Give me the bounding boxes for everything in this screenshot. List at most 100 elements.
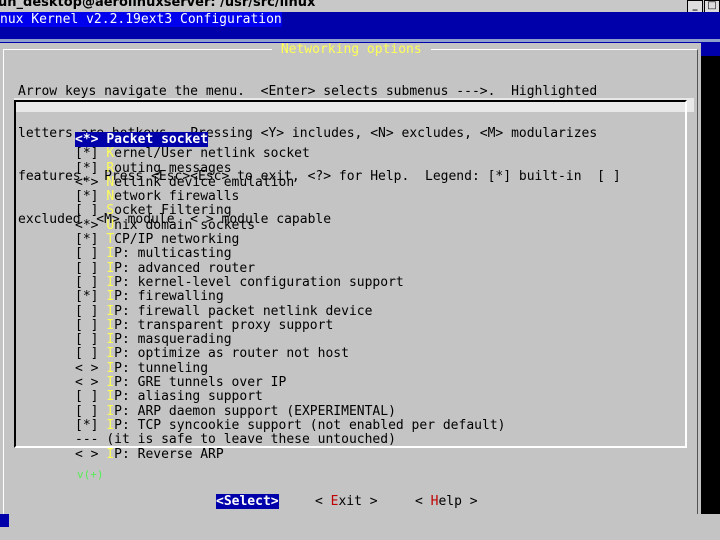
menu-item-hotkey: I — [106, 417, 115, 433]
menu-item-state: [ ] — [75, 332, 107, 348]
menu-item-hotkey: S — [106, 203, 115, 219]
menu-item[interactable]: < > IP: tunneling — [75, 361, 505, 376]
menu-item[interactable]: [ ] Socket Filtering — [75, 204, 505, 218]
window-title: un_desktop@aerolinuxserver: /usr/src/lin… — [0, 0, 316, 10]
menu-item-hotkey: I — [106, 317, 115, 333]
menu-item-label: < > IP: tunneling — [75, 361, 208, 376]
menu-item-hotkey: I — [106, 246, 115, 262]
menu-item[interactable]: [*] Network firewalls — [75, 190, 505, 204]
menu-item-state: < > — [75, 375, 107, 391]
menu-item[interactable]: [ ] IP: transparent proxy support — [75, 318, 505, 333]
menu-item-label: [ ] IP: transparent proxy support — [75, 318, 333, 333]
menu-item-label: <*> Netlink device emulation — [75, 175, 294, 190]
menu-item-label: [ ] IP: multicasting — [75, 246, 232, 261]
menu-item-text: P: masquerading — [114, 332, 232, 348]
menu-item-text: outing messages — [114, 160, 232, 176]
menu-item-text: CP/IP networking — [114, 232, 240, 248]
menu-item[interactable]: [ ] IP: kernel-level configuration suppo… — [75, 275, 505, 290]
terminal-screen[interactable]: nux Kernel v2.2.19ext3 Configuration Net… — [0, 12, 720, 540]
menu-item-state: < > — [75, 446, 107, 462]
menu-item-label: < > IP: Reverse ARP — [75, 447, 224, 462]
menu-item-state: <*> — [75, 217, 107, 233]
menu-item-hotkey: I — [106, 375, 115, 391]
select-button[interactable]: <Select> — [216, 494, 279, 509]
menu-list[interactable]: <*> Packet socket [*] Kernel/User netlink… — [75, 132, 505, 462]
menu-item-text: P: TCP syncookie support (not enabled pe… — [114, 417, 506, 433]
window-titlebar[interactable]: un_desktop@aerolinuxserver: /usr/src/lin… — [0, 0, 720, 12]
menu-item-hotkey: I — [106, 332, 115, 348]
menu-item[interactable]: [*] Routing messages — [75, 160, 505, 176]
menu-item-state: [ ] — [75, 260, 107, 276]
menu-item[interactable]: <*> Unix domain sockets — [75, 217, 505, 233]
minimize-button[interactable]: _ — [687, 0, 703, 12]
menu-item[interactable]: [*] IP: TCP syncookie support (not enabl… — [75, 418, 505, 433]
menu-item-state: [*] — [75, 160, 107, 176]
menu-item-text: ernel/User netlink socket — [114, 146, 310, 162]
menu-item[interactable]: [*] IP: firewalling — [75, 290, 505, 304]
menu-item-text: ocket Filtering — [114, 203, 232, 219]
menu-item-text: P: multicasting — [114, 246, 232, 262]
menu-item-label: [ ] IP: firewall packet netlink device — [75, 304, 372, 319]
help-line: Arrow keys navigate the menu. <Enter> se… — [18, 83, 598, 99]
menu-item-text: etwork firewalls — [114, 189, 240, 205]
menu-item-hotkey: N — [106, 174, 115, 190]
menu-item-state: [ ] — [75, 246, 107, 262]
menu-item-hotkey: I — [106, 346, 115, 362]
help-button[interactable]: < Help > — [415, 494, 478, 509]
menu-item-text: (it is safe to leave these untouched) — [106, 432, 396, 448]
menu-item-label: [ ] IP: optimize as router not host — [75, 346, 349, 361]
more-indicator: v(+) — [77, 468, 104, 481]
menu-item[interactable]: [ ] IP: multicasting — [75, 247, 505, 261]
menu-item-label: [ ] IP: kernel-level configuration suppo… — [75, 275, 404, 290]
menu-item-hotkey: R — [106, 160, 115, 176]
menu-item-text: P: Reverse ARP — [114, 446, 224, 462]
menu-item[interactable]: [*] TCP/IP networking — [75, 232, 505, 247]
menu-item[interactable]: --- (it is safe to leave these untouched… — [75, 433, 505, 447]
menu-item-state: [ ] — [75, 389, 107, 405]
menu-item[interactable]: [ ] IP: masquerading — [75, 333, 505, 347]
dialog-shadow-right — [701, 56, 720, 526]
menu-item-text: P: advanced router — [114, 260, 256, 276]
menu-item[interactable]: < > IP: GRE tunnels over IP — [75, 375, 505, 391]
menu-item-label: <*> Packet socket — [75, 132, 209, 147]
menu-item-label: [*] TCP/IP networking — [75, 232, 239, 247]
menu-item-state: <*> — [75, 174, 107, 190]
menu-item-state: --- — [75, 432, 107, 448]
menu-item-label: [*] Kernel/User netlink socket — [75, 146, 310, 161]
menu-item-label: --- (it is safe to leave these untouched… — [75, 432, 396, 447]
menu-item-text: P: kernel-level configuration support — [114, 274, 404, 290]
menu-item-hotkey: I — [106, 446, 115, 462]
menu-item-state: < > — [75, 360, 107, 376]
menu-item-text: nix domain sockets — [114, 217, 256, 233]
menu-item-state: [*] — [75, 289, 107, 305]
menu-item-state: [*] — [75, 146, 107, 162]
menu-item[interactable]: [ ] IP: optimize as router not host — [75, 347, 505, 361]
menu-item-state: [*] — [75, 189, 107, 205]
exit-button[interactable]: < Exit > — [315, 494, 378, 509]
menu-item-hotkey: I — [106, 289, 115, 305]
menu-item-state: <*> — [75, 132, 107, 147]
menu-item-label: [*] Network firewalls — [75, 189, 239, 204]
menu-item-state: [ ] — [75, 403, 107, 419]
menu-item-text: acket socket — [114, 132, 209, 147]
menu-item-text: etlink device emulation — [114, 174, 295, 190]
menu-item-hotkey: I — [106, 389, 115, 405]
menu-item-hotkey: P — [106, 132, 115, 147]
menu-item[interactable]: [ ] IP: aliasing support — [75, 390, 505, 404]
menu-item[interactable]: <*> Packet socket — [75, 132, 505, 147]
menu-item[interactable]: [ ] IP: advanced router — [75, 261, 505, 276]
menu-item[interactable]: <*> Netlink device emulation — [75, 175, 505, 190]
menu-item-state: [*] — [75, 232, 107, 248]
menu-item[interactable]: [*] Kernel/User netlink socket — [75, 147, 505, 161]
menu-item[interactable]: [ ] IP: ARP daemon support (EXPERIMENTAL… — [75, 403, 505, 419]
menu-item-state: [ ] — [75, 274, 107, 290]
menu-item[interactable]: < > IP: Reverse ARP — [75, 447, 505, 462]
menu-item-label: [ ] IP: advanced router — [75, 261, 255, 276]
menu-item-text: P: aliasing support — [114, 389, 263, 405]
menu-item-hotkey: N — [106, 189, 115, 205]
menu-item-label: [*] IP: TCP syncookie support (not enabl… — [75, 418, 505, 433]
maximize-button[interactable]: □ — [704, 0, 720, 12]
menu-item[interactable]: [ ] IP: firewall packet netlink device — [75, 304, 505, 319]
menu-item-hotkey: U — [106, 217, 115, 233]
terminal-cursor — [0, 514, 9, 527]
